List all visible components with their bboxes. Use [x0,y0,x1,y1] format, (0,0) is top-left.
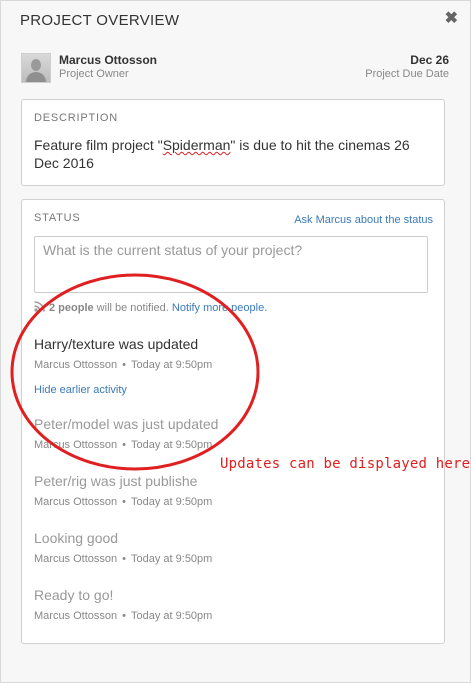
status-label: STATUS [34,212,81,224]
notify-row: 2 people will be notified. Notify more p… [34,301,267,315]
due-date: Dec 26 [410,53,449,67]
notify-more-link[interactable]: Notify more people. [172,302,267,314]
activity-item: Looking good Marcus Ottosson • Today at 9:… [34,530,434,565]
notify-text: will be notified. [93,302,172,314]
status-card: STATUS Ask Marcus about the status 2 peo… [21,199,445,644]
activity-meta: Marcus Ottosson • Today at 9:50pm [34,359,213,371]
activity-title: Looking good [34,530,119,546]
activity-title: Ready to go! [34,587,114,603]
rss-icon [34,301,45,315]
project-overview-panel: PROJECT OVERVIEW ✖ Marcus Ottosson Proje… [0,0,471,683]
notify-count: 2 people [49,302,94,314]
activity-meta: Marcus Ottosson • Today at 9:50pm [34,553,213,565]
activity-title: Harry/texture was updated [34,336,199,352]
description-card: DESCRIPTION Feature film project "Spider… [21,99,445,186]
status-input[interactable] [34,236,428,293]
activity-item: Ready to go! Marcus Ottosson • Today at 9:… [34,587,434,622]
ask-owner-link[interactable]: Ask Marcus about the status [294,214,433,226]
misspelled-word: Spiderman [162,137,231,153]
activity-meta: Marcus Ottosson • Today at 9:50pm [34,496,213,508]
owner-name: Marcus Ottosson [59,53,158,67]
owner-role: Project Owner [59,68,129,80]
avatar [21,53,51,83]
activity-title: Peter/rig was just publishe [34,473,198,489]
hide-earlier-activity-link[interactable]: Hide earlier activity [34,384,127,396]
activity-item: Peter/rig was just publishe Marcus Ottos… [34,473,434,508]
annotation-text: Updates can be displayed here [220,456,471,472]
owner-row: Marcus Ottosson Project Owner Dec 26 Pro… [21,53,449,85]
activity-meta: Marcus Ottosson • Today at 9:50pm [34,439,213,451]
activity-title: Peter/model was just updated [34,416,219,432]
activity-meta: Marcus Ottosson • Today at 9:50pm [34,610,213,622]
activity-item: Peter/model was just updated Marcus Otto… [34,416,434,451]
activity-item: Harry/texture was updated Marcus Ottosso… [34,336,434,371]
close-icon[interactable]: ✖ [445,10,458,28]
panel-title: PROJECT OVERVIEW [20,12,180,29]
description-label: DESCRIPTION [34,112,118,124]
due-date-label: Project Due Date [365,68,449,80]
description-text: Feature film project "Spiderman" is due … [34,137,410,171]
